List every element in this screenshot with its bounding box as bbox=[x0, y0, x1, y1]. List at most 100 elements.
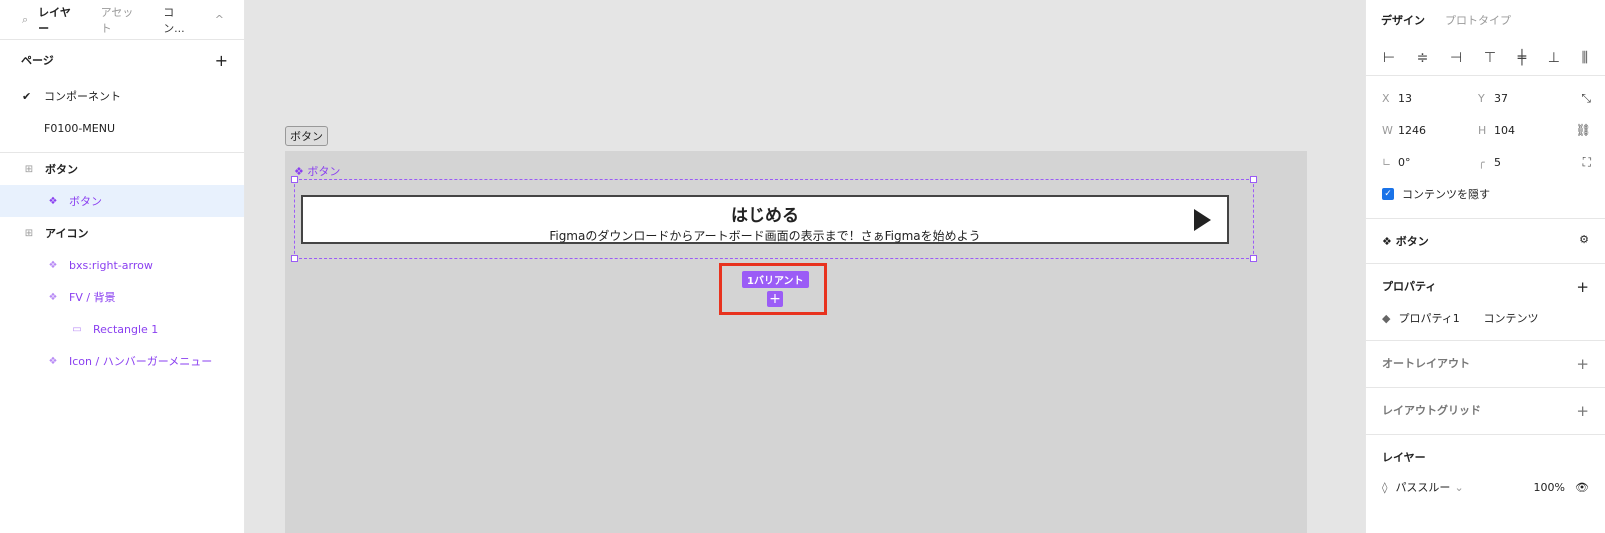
x-field[interactable]: 13 bbox=[1398, 92, 1478, 105]
rotation-icon: ∟ bbox=[1382, 155, 1392, 169]
pages-title: ページ bbox=[21, 54, 54, 67]
layer-label: ボタン bbox=[69, 195, 102, 208]
layout-grid-section: レイアウトグリッド + bbox=[1366, 387, 1605, 434]
clip-content-row[interactable]: ✓ コンテンツを隠す bbox=[1366, 178, 1605, 210]
distribute-icon[interactable]: ⫼ bbox=[1582, 50, 1588, 66]
property-row[interactable]: ◆ プロパティ1 コンテンツ bbox=[1382, 310, 1589, 326]
add-auto-layout-icon[interactable]: + bbox=[1576, 355, 1589, 373]
property-name: プロパティ1 bbox=[1398, 312, 1460, 325]
frame-icon: ⊞ bbox=[24, 227, 34, 239]
add-layout-grid-icon[interactable]: + bbox=[1576, 402, 1589, 420]
blend-icon: ◊ bbox=[1382, 480, 1388, 494]
page-label: コンポーネント bbox=[44, 90, 121, 103]
auto-layout-header: オートレイアウト bbox=[1382, 357, 1470, 370]
component-label[interactable]: ❖ ボタン bbox=[294, 163, 340, 179]
align-top-icon[interactable]: ⊤ bbox=[1484, 50, 1496, 66]
add-variant-button[interactable]: + bbox=[767, 291, 783, 307]
rotation-row: ∟ 0° ╭ 5 ⛶ bbox=[1366, 146, 1605, 178]
add-property-icon[interactable]: + bbox=[1576, 278, 1589, 296]
layout-grid-header: レイアウトグリッド bbox=[1382, 404, 1481, 417]
layer-label: FV / 背景 bbox=[69, 291, 116, 304]
layer-item[interactable]: ⊞ ボタン bbox=[0, 153, 244, 185]
variant-chip[interactable]: 1バリアント bbox=[742, 271, 809, 288]
checkmark-icon: ✔ bbox=[22, 89, 32, 103]
search-icon[interactable]: ⌕ bbox=[22, 13, 28, 27]
button-subtitle: Figmaのダウンロードからアートボード画面の表示まで！さぁFigmaを始めよう bbox=[549, 229, 981, 243]
layer-section: レイヤー ◊ パススルー ⌄ 100% 👁 bbox=[1366, 434, 1605, 509]
chevron-down-icon[interactable]: ⌄ bbox=[1454, 481, 1463, 494]
adjust-icon[interactable]: ⚙ bbox=[1579, 233, 1589, 249]
align-bottom-icon[interactable]: ⊥ bbox=[1548, 50, 1560, 66]
independent-corners-icon[interactable]: ⛶ bbox=[1583, 155, 1591, 170]
layer-item[interactable]: ❖ FV / 背景 bbox=[0, 281, 244, 313]
panel-tabs: ⌕ レイヤー アセット コン... ^ bbox=[0, 0, 244, 40]
resize-handle[interactable] bbox=[291, 176, 298, 183]
align-left-icon[interactable]: ⊢ bbox=[1383, 50, 1395, 66]
component-name: ボタン bbox=[1395, 235, 1429, 248]
align-middle-v-icon[interactable]: ╪ bbox=[1518, 50, 1526, 66]
properties-section: プロパティ + ◆ プロパティ1 コンテンツ bbox=[1366, 263, 1605, 340]
tab-prototype[interactable]: プロトタイプ bbox=[1445, 12, 1511, 28]
design-panel: デザイン プロトタイプ ⊢ ≑ ⊣ ⊤ ╪ ⊥ ⫼ X 13 Y 37 ⤡ W 124… bbox=[1365, 0, 1605, 533]
align-center-h-icon[interactable]: ≑ bbox=[1417, 50, 1429, 66]
clip-content-label: コンテンツを隠す bbox=[1402, 188, 1490, 201]
blend-row: ◊ パススルー ⌄ 100% 👁 bbox=[1382, 479, 1589, 495]
tab-layers[interactable]: レイヤー bbox=[38, 4, 80, 36]
tab-design[interactable]: デザイン bbox=[1381, 12, 1425, 28]
frame-label[interactable]: ボタン bbox=[285, 126, 328, 146]
pages-header: ページ + bbox=[0, 40, 244, 80]
resize-handle[interactable] bbox=[291, 255, 298, 262]
position-row: X 13 Y 37 ⤡ bbox=[1382, 90, 1591, 106]
corner-radius-icon: ╭ bbox=[1478, 155, 1485, 169]
blend-mode-select[interactable]: パススルー bbox=[1395, 479, 1450, 495]
eye-icon[interactable]: 👁 bbox=[1575, 481, 1589, 494]
properties-header: プロパティ bbox=[1382, 280, 1437, 293]
rotation-field[interactable]: 0° bbox=[1398, 156, 1478, 169]
resize-handle[interactable] bbox=[1250, 176, 1257, 183]
frame[interactable]: ❖ ボタン はじめる Figmaのダウンロードからアートボード画面の表示まで！さ… bbox=[285, 151, 1307, 533]
canvas[interactable]: ボタン ❖ ボタン はじめる Figmaのダウンロードからアートボード画面の表示… bbox=[245, 0, 1364, 533]
tab-assets[interactable]: アセット bbox=[101, 4, 144, 36]
h-field[interactable]: 104 bbox=[1494, 124, 1574, 137]
size-row: W 1246 H 104 ⛓ bbox=[1382, 123, 1591, 137]
layer-label: Icon / ハンバーガーメニュー bbox=[69, 355, 213, 368]
layer-item[interactable]: ❖ ボタン bbox=[0, 185, 244, 217]
y-field[interactable]: 37 bbox=[1494, 92, 1574, 105]
layer-item[interactable]: ❖ bxs:right-arrow bbox=[0, 249, 244, 281]
component-icon: ❖ bbox=[48, 291, 58, 303]
component-icon: ❖ bbox=[1382, 235, 1392, 248]
checkbox-icon[interactable]: ✓ bbox=[1382, 188, 1394, 200]
start-button[interactable]: はじめる Figmaのダウンロードからアートボード画面の表示まで！さぁFigma… bbox=[301, 195, 1229, 244]
layer-label: bxs:right-arrow bbox=[69, 258, 153, 272]
radius-field[interactable]: 5 bbox=[1494, 156, 1574, 169]
add-page-icon[interactable]: + bbox=[215, 51, 228, 70]
align-right-icon[interactable]: ⊣ bbox=[1450, 50, 1462, 66]
play-icon bbox=[1194, 209, 1211, 231]
property-value: コンテンツ bbox=[1483, 312, 1539, 325]
constrain-proportions-icon[interactable]: ⛓ bbox=[1576, 123, 1591, 137]
component-icon: ❖ bbox=[48, 259, 58, 271]
design-tabs: デザイン プロトタイプ bbox=[1366, 0, 1605, 40]
layer-header: レイヤー bbox=[1382, 451, 1426, 464]
page-item-components[interactable]: ✔ コンポーネント bbox=[0, 80, 244, 112]
page-item-menu[interactable]: F0100-MENU bbox=[0, 112, 244, 144]
layer-item[interactable]: ▭ Rectangle 1 bbox=[0, 313, 244, 345]
tab-components[interactable]: コン... bbox=[163, 4, 195, 36]
component-icon: ❖ bbox=[48, 195, 58, 207]
w-field[interactable]: 1246 bbox=[1398, 124, 1478, 137]
layer-item[interactable]: ⊞ アイコン bbox=[0, 217, 244, 249]
button-title: はじめる bbox=[731, 206, 799, 226]
component-icon: ❖ bbox=[48, 355, 58, 367]
diamond-icon: ◆ bbox=[1382, 311, 1391, 325]
auto-layout-section: オートレイアウト + bbox=[1366, 340, 1605, 387]
chevron-up-icon[interactable]: ^ bbox=[215, 13, 224, 26]
collapse-icon[interactable]: ⤡ bbox=[1581, 91, 1591, 106]
layer-label: Rectangle 1 bbox=[93, 322, 159, 336]
opacity-field[interactable]: 100% bbox=[1534, 481, 1565, 494]
layers-panel: ⌕ レイヤー アセット コン... ^ ページ + ✔ コンポーネント F010… bbox=[0, 0, 245, 533]
page-label: F0100-MENU bbox=[44, 121, 116, 135]
frame-icon: ⊞ bbox=[24, 163, 34, 175]
alignment-toolbar: ⊢ ≑ ⊣ ⊤ ╪ ⊥ ⫼ bbox=[1366, 40, 1605, 76]
layer-item[interactable]: ❖ Icon / ハンバーガーメニュー bbox=[0, 345, 244, 377]
resize-handle[interactable] bbox=[1250, 255, 1257, 262]
